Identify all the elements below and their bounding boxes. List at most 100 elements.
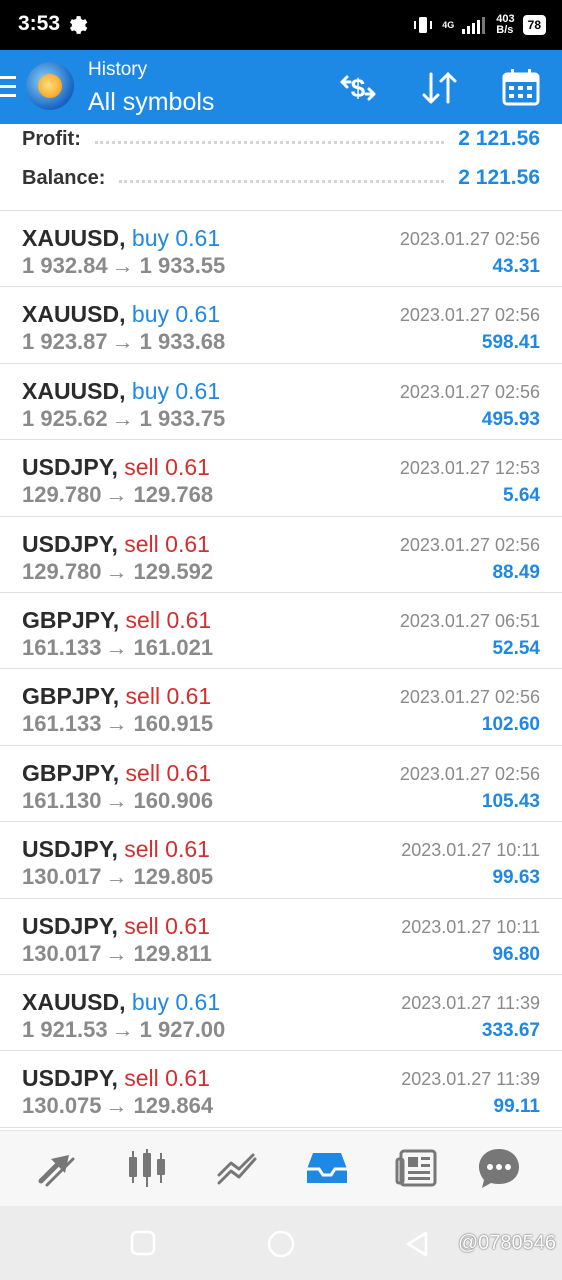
trade-side: buy 0.61 [131, 988, 221, 1015]
vibrate-icon [414, 17, 433, 33]
trade-prices: 1 921.53 → 1 927.00 [22, 1017, 225, 1043]
quotes-icon[interactable] [123, 1145, 171, 1191]
close-price: 1 927.00 [139, 1016, 226, 1042]
trade-icon[interactable] [33, 1145, 81, 1191]
trade-row[interactable]: GBPJPY, sell 0.61 161.130 → 160.906 2023.01.… [0, 746, 562, 823]
arrow-right-icon: → [105, 864, 128, 890]
balance-value: 2 121.56 [458, 166, 540, 189]
open-price: 129.780 [22, 482, 102, 508]
balance-label: Balance: [22, 166, 106, 189]
trade-symbol: USDJPY, sell 0.61 [22, 530, 210, 557]
signal-icon [462, 17, 486, 34]
trade-prices: 130.017 → 129.805 [22, 864, 213, 890]
trade-row[interactable]: GBPJPY, sell 0.61 161.133 → 160.915 2023.01.… [0, 669, 562, 746]
system-navigation-bar: @0780546 [0, 1206, 562, 1280]
trade-symbol: GBPJPY, sell 0.61 [22, 683, 212, 710]
trade-symbol: GBPJPY, sell 0.61 [22, 606, 212, 633]
trade-profit: 5.64 [503, 485, 540, 507]
arrow-right-icon: → [105, 1093, 128, 1119]
trade-profit: 96.80 [492, 943, 540, 965]
trade-prices: 161.130 → 160.906 [22, 788, 213, 814]
trade-profit: 99.11 [493, 1096, 541, 1118]
sort-icon[interactable] [418, 68, 462, 108]
page-subtitle: History [88, 59, 148, 80]
trade-row[interactable]: XAUUSD, buy 0.61 1 925.62 → 1 933.75 2023.01… [0, 364, 562, 441]
trade-side: buy 0.61 [131, 225, 221, 251]
arrow-right-icon: → [105, 787, 128, 813]
profit-row: Profit: 2 121.56 [22, 124, 540, 154]
trade-side: sell 0.61 [125, 683, 212, 710]
trade-row[interactable]: GBPJPY, sell 0.61 161.133 → 161.021 2023.01.… [0, 593, 562, 670]
trade-date: 2023.01.27 11:39 [401, 992, 540, 1013]
trade-symbol: USDJPY, sell 0.61 [22, 454, 210, 481]
trade-symbol: XAUUSD, buy 0.61 [22, 301, 221, 328]
gear-icon [69, 16, 88, 34]
trade-symbol: USDJPY, sell 0.61 [22, 912, 210, 939]
calendar-icon[interactable] [500, 68, 544, 108]
open-price: 1 932.84 [22, 253, 108, 278]
trade-symbol: USDJPY, sell 0.61 [22, 1065, 210, 1092]
close-price: 129.864 [133, 1093, 214, 1119]
trade-row[interactable]: XAUUSD, buy 0.61 1 921.53 → 1 927.00 2023.01… [0, 975, 562, 1052]
trade-profit: 43.31 [492, 256, 540, 277]
close-price: 1 933.68 [139, 329, 226, 355]
trade-row[interactable]: XAUUSD, buy 0.61 1 923.87 → 1 933.68 2023.01… [0, 287, 562, 364]
trade-side: sell 0.61 [124, 1065, 210, 1092]
watermark: @0780546 [457, 1232, 556, 1254]
close-price: 129.592 [133, 558, 214, 584]
back-icon[interactable] [404, 1230, 430, 1258]
profit-label: Profit: [22, 127, 81, 150]
close-price: 161.021 [133, 634, 214, 660]
arrow-right-icon: → [111, 405, 134, 431]
arrow-right-icon: → [105, 940, 128, 966]
trade-side: sell 0.61 [125, 606, 212, 633]
arrow-right-icon: → [105, 711, 128, 737]
open-price: 1 921.53 [22, 1016, 108, 1042]
bottom-navigation [0, 1130, 562, 1207]
close-price: 160.906 [133, 787, 214, 813]
trade-row[interactable]: USDJPY, sell 0.61 130.075 → 129.864 2023.01.… [0, 1051, 562, 1128]
trade-symbol: XAUUSD, buy 0.61 [22, 377, 221, 404]
trade-prices: 161.133 → 160.915 [22, 711, 213, 737]
trade-prices: 1 925.62 → 1 933.75 [22, 406, 225, 432]
history-icon[interactable] [303, 1145, 351, 1191]
chart-icon[interactable] [213, 1145, 261, 1191]
arrow-right-icon: → [111, 1016, 134, 1042]
trade-date: 2023.01.27 10:11 [401, 916, 540, 937]
trade-history-list: XAUUSD, buy 0.61 1 932.84 → 1 933.55 2023.01… [0, 211, 562, 1128]
trade-profit: 88.49 [492, 561, 540, 583]
trade-row[interactable]: USDJPY, sell 0.61 129.780 → 129.592 2023.01.… [0, 517, 562, 593]
close-price: 160.915 [133, 711, 214, 737]
trade-prices: 129.780 → 129.768 [22, 482, 213, 508]
trade-row[interactable]: USDJPY, sell 0.61 130.017 → 129.811 2023.01.… [0, 899, 562, 975]
open-price: 1 925.62 [22, 405, 108, 431]
open-price: 161.133 [22, 634, 102, 660]
profit-value: 2 121.56 [458, 127, 540, 150]
trade-prices: 130.017 → 129.811 [22, 941, 212, 967]
trade-row[interactable]: USDJPY, sell 0.61 129.780 → 129.768 2023.01.… [0, 440, 562, 517]
home-icon[interactable] [267, 1230, 295, 1258]
trade-date: 2023.01.27 06:51 [399, 610, 540, 631]
close-price: 129.805 [133, 864, 214, 890]
arrow-right-icon: → [111, 329, 134, 355]
status-bar: 3:53 4G 403 B/s 78 [0, 0, 562, 50]
trade-profit: 102.60 [481, 714, 540, 736]
trade-profit: 495.93 [481, 408, 540, 430]
close-price: 1 933.75 [139, 405, 226, 431]
trade-row[interactable]: USDJPY, sell 0.61 130.017 → 129.805 2023.01.… [0, 822, 562, 899]
trade-row[interactable]: XAUUSD, buy 0.61 1 932.84 → 1 933.55 2023.01… [0, 211, 562, 288]
currency-exchange-icon[interactable]: $ [336, 68, 380, 108]
trade-prices: 1 923.87 → 1 933.68 [22, 329, 225, 355]
news-icon[interactable] [393, 1145, 441, 1191]
symbol-filter[interactable]: All symbols [88, 88, 214, 117]
trade-profit: 52.54 [492, 637, 540, 659]
trade-date: 2023.01.27 02:56 [399, 229, 540, 249]
menu-icon[interactable] [0, 76, 16, 98]
arrow-right-icon: → [105, 558, 128, 584]
trade-date: 2023.01.27 02:56 [399, 763, 540, 784]
dotted-leader [119, 179, 445, 183]
trade-symbol: XAUUSD, buy 0.61 [22, 988, 221, 1015]
chat-icon[interactable] [475, 1145, 523, 1191]
recents-icon[interactable] [130, 1230, 156, 1256]
open-price: 161.130 [22, 787, 102, 813]
